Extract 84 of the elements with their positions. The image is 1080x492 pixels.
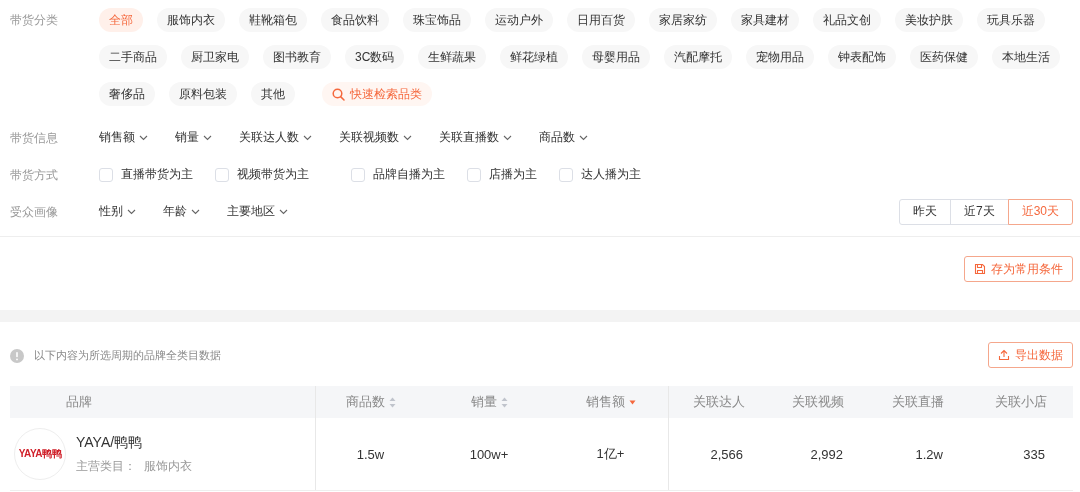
column-header: 品牌 [66,393,92,411]
filter-dropdown[interactable]: 销量 [175,129,212,146]
filter-dropdown[interactable]: 关联达人数 [239,129,312,146]
category-chip[interactable]: 鲜花绿植 [500,45,569,69]
filter-dropdown[interactable]: 主要地区 [227,203,288,220]
filter-dropdown[interactable]: 年龄 [163,203,200,220]
column-header[interactable]: 销量 [470,393,497,411]
column-header: 关联达人 [692,393,745,411]
chevron-down-icon [403,134,412,141]
column-header: 关联直播 [892,393,944,411]
table-cell: 1亿+ [596,445,625,463]
category-chip[interactable]: 原料包装 [169,82,237,106]
category-chip[interactable]: 鞋靴箱包 [239,8,307,32]
category-chip[interactable]: 运动户外 [485,8,553,32]
category-chip[interactable]: 图书教育 [263,45,331,69]
floppy-disk-icon [974,263,986,275]
table-cell: 2,566 [710,446,743,462]
checkbox[interactable] [559,167,573,182]
chevron-down-icon [127,208,136,215]
search-icon [332,87,345,101]
filter-label: 受众画像 [10,203,59,221]
chevron-down-icon [303,134,312,141]
category-chip[interactable]: 家居家纺 [649,8,717,32]
table-cell: 2,992 [810,446,843,462]
filter-dropdown[interactable]: 销售额 [99,129,148,146]
category-chip[interactable]: 食品饮料 [321,8,389,32]
table-cell: 1.2w [915,446,943,462]
period-tab[interactable]: 昨天 [898,198,951,225]
category-chip[interactable]: 钟表配饰 [828,45,897,69]
category-chip[interactable]: 3C数码 [345,45,405,69]
category-chip[interactable]: 奢侈品 [99,82,155,106]
checkbox[interactable] [467,167,481,182]
checkbox-option[interactable]: 品牌自播为主 [351,166,445,183]
info-icon [10,348,24,363]
filter-dropdown[interactable]: 关联直播数 [439,129,512,146]
category-chip[interactable]: 本地生活 [992,45,1061,69]
checkbox-option[interactable]: 达人播为主 [559,166,641,183]
upload-icon [998,349,1010,361]
checkbox[interactable] [351,167,365,182]
filter-dropdown[interactable]: 商品数 [539,129,588,146]
column-header: 关联视频 [792,393,844,411]
sort-icon[interactable] [500,396,508,408]
category-chip[interactable]: 母婴用品 [582,45,651,69]
checkbox-option[interactable]: 店播为主 [467,166,537,183]
chevron-down-icon [579,134,588,141]
category-chip[interactable]: 家具建材 [731,8,799,32]
category-chip[interactable]: 生鲜蔬果 [418,45,487,69]
chevron-down-icon [503,134,512,141]
category-value: 服饰内衣 [144,457,192,475]
checkbox[interactable] [215,167,229,182]
category-chip[interactable]: 医药保健 [910,45,979,69]
category-chip[interactable]: 汽配摩托 [664,45,733,69]
category-chip[interactable]: 厨卫家电 [181,45,249,69]
period-tab[interactable]: 近7天 [949,198,1009,225]
category-chip[interactable]: 服饰内衣 [157,8,225,32]
table-cell: 1.5w [356,446,385,462]
category-chip[interactable]: 礼品文创 [813,8,881,32]
column-header: 关联小店 [994,393,1047,411]
category-chip[interactable]: 二手商品 [99,45,167,69]
table-cell: 335 [1023,446,1045,462]
category-chip[interactable]: 美妆护肤 [895,8,963,32]
filter-label: 带货方式 [10,166,59,184]
sort-icon[interactable] [388,396,396,408]
checkbox[interactable] [99,167,113,182]
chevron-down-icon [191,208,200,215]
category-chip[interactable]: 玩具乐器 [977,8,1045,32]
sort-descending-icon[interactable] [628,399,636,405]
filter-label: 带货分类 [10,12,59,29]
checkbox-option[interactable]: 直播带货为主 [99,166,193,183]
filter-dropdown[interactable]: 关联视频数 [339,129,412,146]
table-cell: 100w+ [469,446,509,462]
filter-label: 带货信息 [10,129,59,147]
notice-text: 以下内容为所选周期的品牌全类目数据 [34,348,221,363]
chevron-down-icon [203,134,212,141]
category-label: 主营类目： [76,457,136,475]
category-chip[interactable]: 宠物用品 [746,45,815,69]
category-chip[interactable]: 日用百货 [567,8,635,32]
brand-name[interactable]: YAYA/鸭鸭 [76,433,192,452]
chevron-down-icon [139,134,148,141]
chevron-down-icon [279,208,288,215]
checkbox-option[interactable]: 视频带货为主 [215,166,309,183]
category-chip[interactable]: 珠宝饰品 [403,8,471,32]
filter-dropdown[interactable]: 性别 [99,203,136,220]
category-chip[interactable]: 其他 [251,82,295,106]
